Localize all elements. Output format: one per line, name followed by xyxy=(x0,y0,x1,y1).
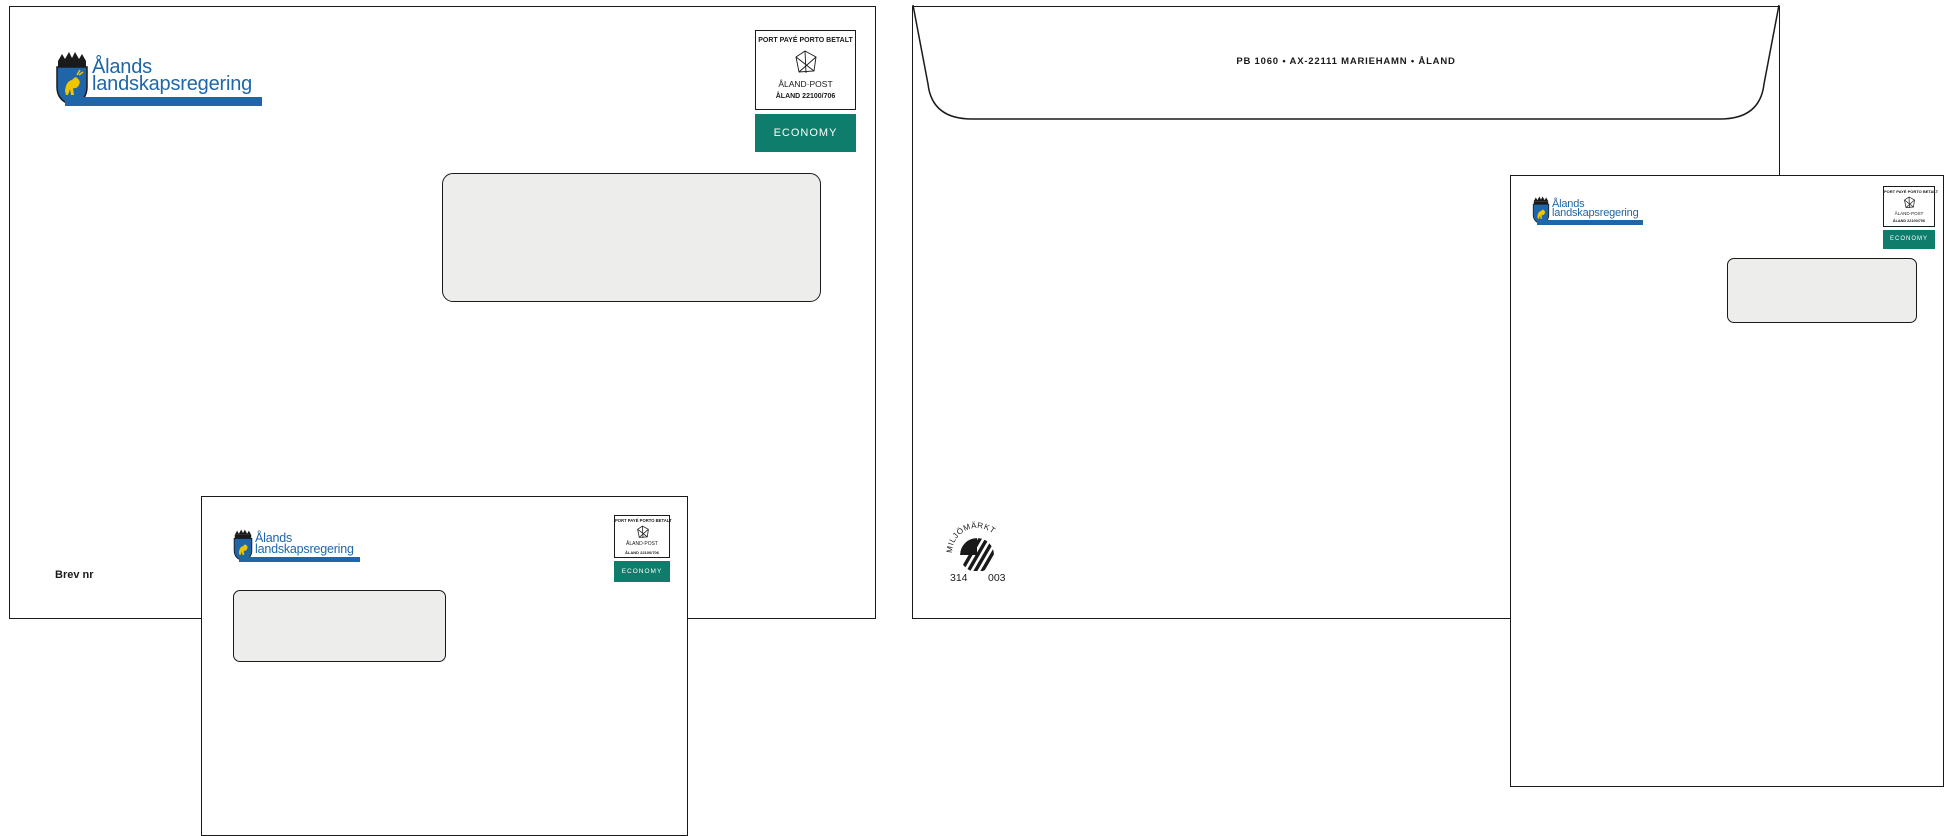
logo: Ålands landskapsregering xyxy=(233,529,363,565)
address-window xyxy=(1727,258,1917,323)
envelope-portrait: Ålands landskapsregering PORT PAYÉ PORTO… xyxy=(1510,175,1944,787)
ecolabel-number-right: 003 xyxy=(988,572,1006,584)
postage-stamp: PORT PAYÉ PORTO BETALT ÅLAND·POST ÅLAND … xyxy=(1883,186,1939,227)
stamp-line-2: ÅLAND·POST xyxy=(1894,211,1924,216)
ecolabel-number-left: 314 xyxy=(950,572,968,584)
economy-label: ECONOMY xyxy=(1883,230,1935,249)
envelope-small-window: Ålands landskapsregering PORT PAYÉ PORTO… xyxy=(201,496,688,836)
logo-bar xyxy=(1537,220,1643,225)
aland-post-icon xyxy=(1904,196,1915,209)
stamp-line-1: PORT PAYÉ PORTO BETALT xyxy=(615,518,672,523)
logo: Ålands landskapsregering xyxy=(1532,196,1644,228)
stamp-line-3: ÅLAND 22100/706 xyxy=(624,550,660,555)
address-window xyxy=(442,173,821,302)
logo-line-2: landskapsregering xyxy=(1552,207,1639,219)
economy-label: ECONOMY xyxy=(755,114,856,152)
nordic-swan-ecolabel: MILJÖMÄRKT 314 003 xyxy=(944,515,1010,585)
logo-line-2: landskapsregering xyxy=(92,73,253,95)
brev-nr-label: Brev nr xyxy=(55,569,94,581)
stamp-line-2: ÅLAND·POST xyxy=(626,541,658,547)
stamp-line-2: ÅLAND·POST xyxy=(778,79,833,89)
stamp-line-1: PORT PAYÉ PORTO BETALT xyxy=(758,37,853,44)
economy-label: ECONOMY xyxy=(614,561,670,582)
logo-bar xyxy=(239,557,360,562)
stamp-line-3: ÅLAND 22100/706 xyxy=(1892,219,1926,223)
postage-stamp: PORT PAYÉ PORTO BETALT ÅLAND·POST ÅLAND … xyxy=(755,30,856,110)
logo-bar xyxy=(65,97,262,106)
swan-icon: MILJÖMÄRKT xyxy=(945,521,997,571)
logo: Ålands landskapsregering xyxy=(55,51,265,111)
stamp-line-3: ÅLAND 22100/706 xyxy=(775,93,836,100)
aland-post-icon xyxy=(637,525,649,538)
postage-stamp: PORT PAYÉ PORTO BETALT ÅLAND·POST ÅLAND … xyxy=(614,515,672,558)
address-window xyxy=(233,590,446,662)
aland-post-icon xyxy=(795,50,817,74)
return-address: PB 1060 • AX-22111 MARIEHAMN • ÅLAND xyxy=(1236,56,1456,67)
stamp-line-1: PORT PAYÉ PORTO BETALT xyxy=(1884,189,1939,194)
logo-line-2: landskapsregering xyxy=(255,542,354,556)
